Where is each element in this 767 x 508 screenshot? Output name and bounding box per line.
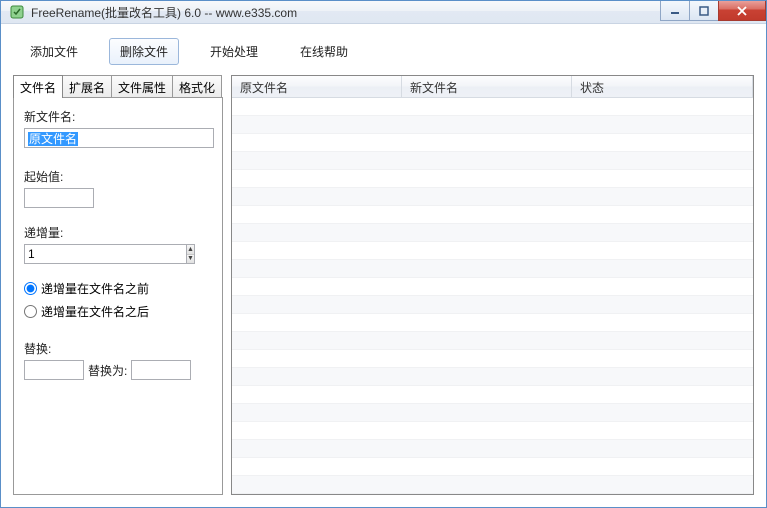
radio-before-label: 递增量在文件名之前 [41,280,149,297]
table-row[interactable] [232,458,753,476]
newname-label: 新文件名: [24,108,212,125]
tab-attributes[interactable]: 文件属性 [111,75,173,97]
maximize-button[interactable] [689,1,719,21]
radio-before-row[interactable]: 递增量在文件名之前 [24,280,212,297]
options-panel: 文件名 扩展名 文件属性 格式化 新文件名: 原文件名 起始值: [13,75,223,495]
replace-mid-label: 替换为: [88,362,127,379]
replace-to-input[interactable] [131,360,191,380]
tab-format[interactable]: 格式化 [172,75,222,97]
radio-before[interactable] [24,282,37,295]
replace-field: 替换: 替换为: [24,340,212,380]
radio-after[interactable] [24,305,37,318]
titlebar[interactable]: FreeRename(批量改名工具) 6.0 -- www.e335.com [1,1,766,24]
toolbar: 添加文件 删除文件 开始处理 在线帮助 [9,32,758,75]
content-area: 添加文件 删除文件 开始处理 在线帮助 文件名 扩展名 文件属性 格式化 新文件… [1,24,766,507]
table-row[interactable] [232,242,753,260]
table-row[interactable] [232,206,753,224]
table-row[interactable] [232,350,753,368]
table-row[interactable] [232,224,753,242]
table-row[interactable] [232,260,753,278]
replace-from-input[interactable] [24,360,84,380]
table-row[interactable] [232,386,753,404]
table-row[interactable] [232,404,753,422]
window-title: FreeRename(批量改名工具) 6.0 -- www.e335.com [31,4,297,21]
inc-input[interactable] [24,244,186,264]
inc-label: 递增量: [24,224,212,241]
table-row[interactable] [232,314,753,332]
start-field: 起始值: [24,168,212,208]
col-original-name[interactable]: 原文件名 [232,76,402,97]
tab-extension[interactable]: 扩展名 [62,75,112,97]
table-row[interactable] [232,332,753,350]
replace-label: 替换: [24,340,212,357]
grid-body[interactable] [232,98,753,494]
minimize-button[interactable] [660,1,690,21]
table-row[interactable] [232,116,753,134]
newname-field: 新文件名: 原文件名 [24,108,212,148]
inc-spin-down[interactable]: ▼ [187,255,194,264]
close-button[interactable] [718,1,766,21]
start-process-button[interactable]: 开始处理 [199,38,269,65]
file-list-grid: 原文件名 新文件名 状态 [231,75,754,495]
grid-header: 原文件名 新文件名 状态 [232,76,753,98]
table-row[interactable] [232,98,753,116]
tabstrip: 文件名 扩展名 文件属性 格式化 [13,75,223,97]
radio-group: 递增量在文件名之前 递增量在文件名之后 [24,280,212,320]
inc-spinner[interactable]: ▲ ▼ [24,244,94,264]
delete-files-button[interactable]: 删除文件 [109,38,179,65]
add-files-button[interactable]: 添加文件 [19,38,89,65]
window-controls [661,1,766,21]
table-row[interactable] [232,188,753,206]
table-row[interactable] [232,278,753,296]
inc-field: 递增量: ▲ ▼ [24,224,212,264]
start-input[interactable] [24,188,94,208]
table-row[interactable] [232,134,753,152]
radio-after-label: 递增量在文件名之后 [41,303,149,320]
main-area: 文件名 扩展名 文件属性 格式化 新文件名: 原文件名 起始值: [9,75,758,499]
col-status[interactable]: 状态 [572,76,753,97]
app-icon [9,4,25,20]
table-row[interactable] [232,422,753,440]
table-row[interactable] [232,440,753,458]
table-row[interactable] [232,170,753,188]
app-window: FreeRename(批量改名工具) 6.0 -- www.e335.com 添… [0,0,767,508]
table-row[interactable] [232,152,753,170]
newname-input[interactable]: 原文件名 [24,128,214,148]
table-row[interactable] [232,476,753,494]
start-label: 起始值: [24,168,212,185]
table-row[interactable] [232,368,753,386]
maximize-icon [699,6,709,16]
table-row[interactable] [232,296,753,314]
col-new-name[interactable]: 新文件名 [402,76,572,97]
minimize-icon [670,6,680,16]
online-help-button[interactable]: 在线帮助 [289,38,359,65]
tab-filename[interactable]: 文件名 [13,75,63,98]
radio-after-row[interactable]: 递增量在文件名之后 [24,303,212,320]
close-icon [736,6,748,16]
tab-body-filename: 新文件名: 原文件名 起始值: 递增量: ▲ ▼ [13,97,223,495]
inc-spin-up[interactable]: ▲ [187,245,194,255]
inc-spin-buttons: ▲ ▼ [186,244,195,264]
